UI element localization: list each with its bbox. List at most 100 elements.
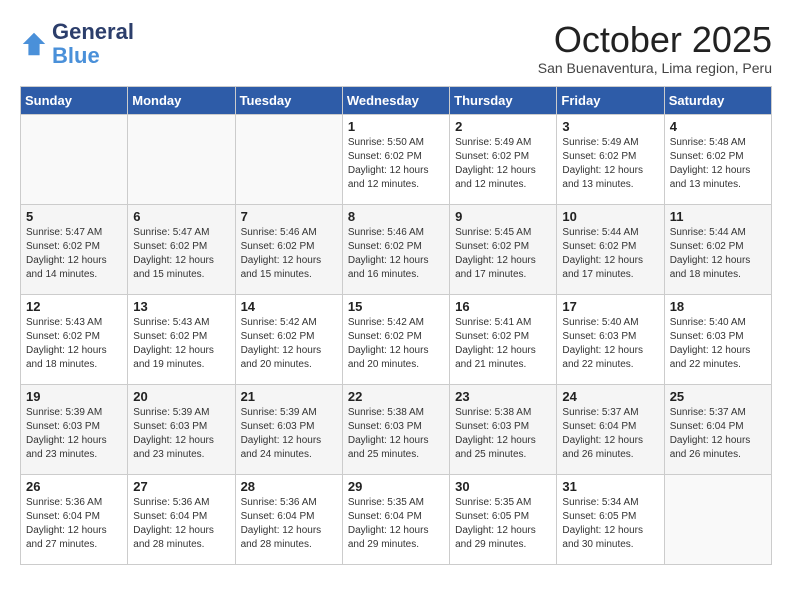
day-number: 11 [670,209,766,224]
calendar-cell: 19 Sunrise: 5:39 AMSunset: 6:03 PMDayligh… [21,384,128,474]
day-info: Sunrise: 5:42 AMSunset: 6:02 PMDaylight:… [241,316,337,372]
day-info: Sunrise: 5:40 AMSunset: 6:03 PMDaylight:… [562,316,658,372]
weekday-header-sunday: Sunday [21,86,128,114]
day-info: Sunrise: 5:44 AMSunset: 6:02 PMDaylight:… [562,226,658,282]
calendar-cell: 13 Sunrise: 5:43 AMSunset: 6:02 PMDayligh… [128,294,235,384]
calendar-cell: 21Sunrise: 5:39 AMSunset: 6:03 PMDayligh… [235,384,342,474]
day-info: Sunrise: 5:41 AMSunset: 6:02 PMDaylight:… [455,316,551,372]
day-info: Sunrise: 5:35 AMSunset: 6:04 PMDaylight:… [348,496,444,552]
day-info: Sunrise: 5:47 AMSunset: 6:02 PMDaylight:… [26,226,122,282]
day-info: Sunrise: 5:39 AMSunset: 6:03 PMDaylight:… [26,406,122,462]
calendar-cell: 14 Sunrise: 5:42 AMSunset: 6:02 PMDayligh… [235,294,342,384]
day-number: 4 [670,119,766,134]
day-number: 22 [348,389,444,404]
day-number: 6 [133,209,229,224]
day-info: Sunrise: 5:40 AMSunset: 6:03 PMDaylight:… [670,316,766,372]
day-info: Sunrise: 5:37 AMSunset: 6:04 PMDaylight:… [670,406,766,462]
calendar-cell: 22 Sunrise: 5:38 AMSunset: 6:03 PMDayligh… [342,384,449,474]
calendar-cell: 27Sunrise: 5:36 AMSunset: 6:04 PMDayligh… [128,474,235,564]
day-info: Sunrise: 5:42 AMSunset: 6:02 PMDaylight:… [348,316,444,372]
calendar-cell: 2 Sunrise: 5:49 AMSunset: 6:02 PMDaylight… [450,114,557,204]
day-info: Sunrise: 5:36 AMSunset: 6:04 PMDaylight:… [133,496,229,552]
day-number: 20 [133,389,229,404]
weekday-header-wednesday: Wednesday [342,86,449,114]
day-number: 1 [348,119,444,134]
day-info: Sunrise: 5:38 AMSunset: 6:03 PMDaylight:… [348,406,444,462]
day-number: 2 [455,119,551,134]
calendar-cell: 23 Sunrise: 5:38 AMSunset: 6:03 PMDayligh… [450,384,557,474]
day-info: Sunrise: 5:49 AMSunset: 6:02 PMDaylight:… [562,136,658,192]
calendar-cell: 10Sunrise: 5:44 AMSunset: 6:02 PMDayligh… [557,204,664,294]
day-number: 17 [562,299,658,314]
calendar-cell [128,114,235,204]
day-number: 31 [562,479,658,494]
logo: General Blue [20,20,134,68]
calendar-cell: 7 Sunrise: 5:46 AMSunset: 6:02 PMDaylight… [235,204,342,294]
day-number: 19 [26,389,122,404]
calendar-cell: 1 Sunrise: 5:50 AMSunset: 6:02 PMDaylight… [342,114,449,204]
day-info: Sunrise: 5:44 AMSunset: 6:02 PMDaylight:… [670,226,766,282]
week-row-3: 12 Sunrise: 5:43 AMSunset: 6:02 PMDayligh… [21,294,772,384]
day-number: 29 [348,479,444,494]
logo-line2: Blue [52,44,134,68]
month-title: October 2025 [538,20,772,60]
day-info: Sunrise: 5:38 AMSunset: 6:03 PMDaylight:… [455,406,551,462]
day-info: Sunrise: 5:37 AMSunset: 6:04 PMDaylight:… [562,406,658,462]
weekday-header-thursday: Thursday [450,86,557,114]
day-number: 7 [241,209,337,224]
day-number: 5 [26,209,122,224]
day-number: 13 [133,299,229,314]
day-info: Sunrise: 5:46 AMSunset: 6:02 PMDaylight:… [241,226,337,282]
day-number: 9 [455,209,551,224]
weekday-header-monday: Monday [128,86,235,114]
day-info: Sunrise: 5:49 AMSunset: 6:02 PMDaylight:… [455,136,551,192]
calendar-cell: 31 Sunrise: 5:34 AMSunset: 6:05 PMDayligh… [557,474,664,564]
calendar-cell [21,114,128,204]
day-number: 12 [26,299,122,314]
day-info: Sunrise: 5:39 AMSunset: 6:03 PMDaylight:… [241,406,337,462]
calendar-body: 1 Sunrise: 5:50 AMSunset: 6:02 PMDaylight… [21,114,772,564]
day-info: Sunrise: 5:48 AMSunset: 6:02 PMDaylight:… [670,136,766,192]
logo-icon [20,30,48,58]
day-info: Sunrise: 5:47 AMSunset: 6:02 PMDaylight:… [133,226,229,282]
logo-line1: General [52,20,134,44]
calendar-cell: 25Sunrise: 5:37 AMSunset: 6:04 PMDayligh… [664,384,771,474]
page-header: General Blue October 2025 San Buenaventu… [20,20,772,76]
calendar-cell: 4 Sunrise: 5:48 AMSunset: 6:02 PMDaylight… [664,114,771,204]
weekday-header-friday: Friday [557,86,664,114]
calendar-cell: 12 Sunrise: 5:43 AMSunset: 6:02 PMDayligh… [21,294,128,384]
day-info: Sunrise: 5:35 AMSunset: 6:05 PMDaylight:… [455,496,551,552]
day-number: 28 [241,479,337,494]
day-info: Sunrise: 5:43 AMSunset: 6:02 PMDaylight:… [133,316,229,372]
day-number: 8 [348,209,444,224]
day-number: 26 [26,479,122,494]
calendar-cell: 26 Sunrise: 5:36 AMSunset: 6:04 PMDayligh… [21,474,128,564]
day-number: 23 [455,389,551,404]
weekday-header-saturday: Saturday [664,86,771,114]
calendar-cell [235,114,342,204]
day-number: 3 [562,119,658,134]
day-number: 14 [241,299,337,314]
week-row-1: 1 Sunrise: 5:50 AMSunset: 6:02 PMDaylight… [21,114,772,204]
calendar-header-row: SundayMondayTuesdayWednesdayThursdayFrid… [21,86,772,114]
week-row-2: 5 Sunrise: 5:47 AMSunset: 6:02 PMDaylight… [21,204,772,294]
day-info: Sunrise: 5:36 AMSunset: 6:04 PMDaylight:… [26,496,122,552]
day-info: Sunrise: 5:36 AMSunset: 6:04 PMDaylight:… [241,496,337,552]
calendar-cell: 6 Sunrise: 5:47 AMSunset: 6:02 PMDaylight… [128,204,235,294]
day-number: 18 [670,299,766,314]
calendar-cell: 5 Sunrise: 5:47 AMSunset: 6:02 PMDaylight… [21,204,128,294]
calendar-cell: 8Sunrise: 5:46 AMSunset: 6:02 PMDaylight… [342,204,449,294]
calendar-cell: 29 Sunrise: 5:35 AMSunset: 6:04 PMDayligh… [342,474,449,564]
day-info: Sunrise: 5:43 AMSunset: 6:02 PMDaylight:… [26,316,122,372]
calendar-cell [664,474,771,564]
calendar-cell: 20Sunrise: 5:39 AMSunset: 6:03 PMDayligh… [128,384,235,474]
calendar-table: SundayMondayTuesdayWednesdayThursdayFrid… [20,86,772,565]
day-info: Sunrise: 5:50 AMSunset: 6:02 PMDaylight:… [348,136,444,192]
calendar-cell: 15 Sunrise: 5:42 AMSunset: 6:02 PMDayligh… [342,294,449,384]
calendar-cell: 3 Sunrise: 5:49 AMSunset: 6:02 PMDaylight… [557,114,664,204]
day-info: Sunrise: 5:34 AMSunset: 6:05 PMDaylight:… [562,496,658,552]
calendar-cell: 18 Sunrise: 5:40 AMSunset: 6:03 PMDayligh… [664,294,771,384]
day-info: Sunrise: 5:45 AMSunset: 6:02 PMDaylight:… [455,226,551,282]
day-number: 15 [348,299,444,314]
week-row-5: 26 Sunrise: 5:36 AMSunset: 6:04 PMDayligh… [21,474,772,564]
